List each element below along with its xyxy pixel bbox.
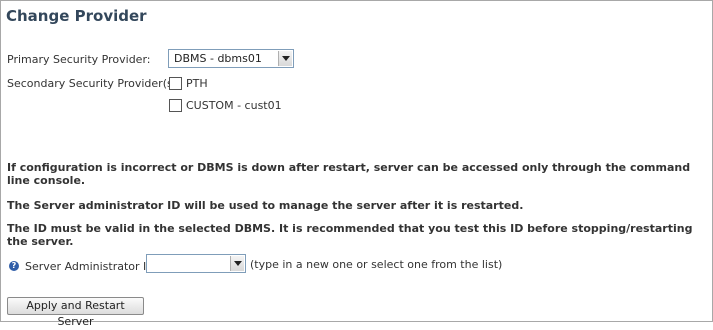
admin-note-1: The Server administrator ID will be used…: [7, 199, 524, 212]
chevron-down-icon[interactable]: [230, 256, 244, 271]
apply-restart-button[interactable]: Apply and Restart Server: [7, 297, 144, 328]
help-icon[interactable]: ?: [9, 261, 19, 271]
chevron-down-icon[interactable]: [278, 51, 292, 66]
pth-label: PTH: [186, 77, 208, 90]
custom-checkbox[interactable]: [169, 99, 182, 112]
admin-id-label: Server Administrator ID: [25, 260, 155, 273]
page-title: Change Provider: [6, 7, 147, 25]
admin-id-hint: (type in a new one or select one from th…: [250, 258, 503, 271]
primary-provider-label: Primary Security Provider:: [7, 53, 151, 66]
restart-warning: If configuration is incorrect or DBMS is…: [7, 161, 691, 187]
admin-note-2: The ID must be valid in the selected DBM…: [7, 222, 693, 248]
admin-id-combobox[interactable]: [146, 254, 246, 273]
change-provider-panel: Change Provider Primary Security Provide…: [0, 0, 713, 328]
secondary-provider-label: Secondary Security Provider(s):: [7, 77, 181, 90]
primary-provider-select[interactable]: DBMS - dbms01: [168, 49, 294, 68]
pth-checkbox[interactable]: [169, 77, 182, 90]
primary-provider-value: DBMS - dbms01: [174, 52, 262, 65]
custom-label: CUSTOM - cust01: [186, 99, 282, 112]
